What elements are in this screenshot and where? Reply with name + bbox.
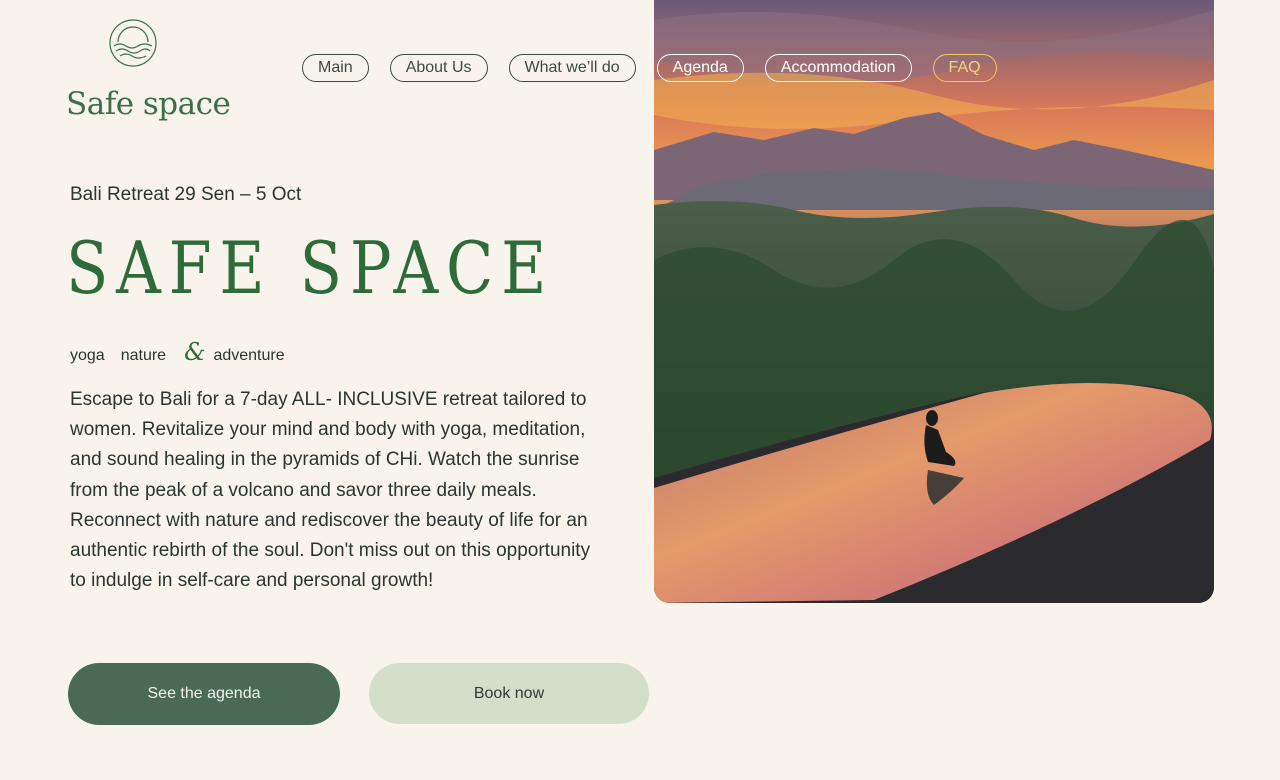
- page-title: SAFE SPACE: [66, 226, 555, 310]
- nav-accommodation[interactable]: Accommodation: [764, 54, 912, 82]
- nav-faq[interactable]: FAQ: [932, 54, 997, 82]
- retreat-description: Escape to Bali for a 7-day ALL- INCLUSIV…: [70, 389, 591, 592]
- retreat-dates: Bali Retreat 29 Sen – 5 Oct: [70, 184, 302, 205]
- hero-image: [654, 0, 1214, 603]
- sun-waves-logo-icon: [109, 19, 157, 67]
- tag-yoga: yoga: [70, 347, 105, 364]
- nav-about-us[interactable]: About Us: [389, 54, 488, 82]
- nav-agenda[interactable]: Agenda: [656, 54, 744, 82]
- nav-what-well-do[interactable]: What we’ll do: [508, 54, 636, 82]
- bali-sunset-pool-illustration: [654, 0, 1214, 603]
- main-nav: Main About Us What we’ll do Agenda Accom…: [302, 54, 997, 82]
- brand-name: Safe space: [66, 86, 231, 122]
- brand-logo[interactable]: Safe space: [64, 18, 231, 122]
- tagline: yoga nature & adventure: [70, 338, 285, 366]
- nav-main[interactable]: Main: [302, 54, 369, 82]
- see-agenda-button[interactable]: See the agenda: [68, 663, 340, 725]
- ampersand: &: [184, 338, 206, 366]
- tag-nature: nature: [120, 347, 167, 364]
- tag-adventure: adventure: [213, 347, 285, 364]
- book-now-button[interactable]: Book now: [369, 663, 649, 724]
